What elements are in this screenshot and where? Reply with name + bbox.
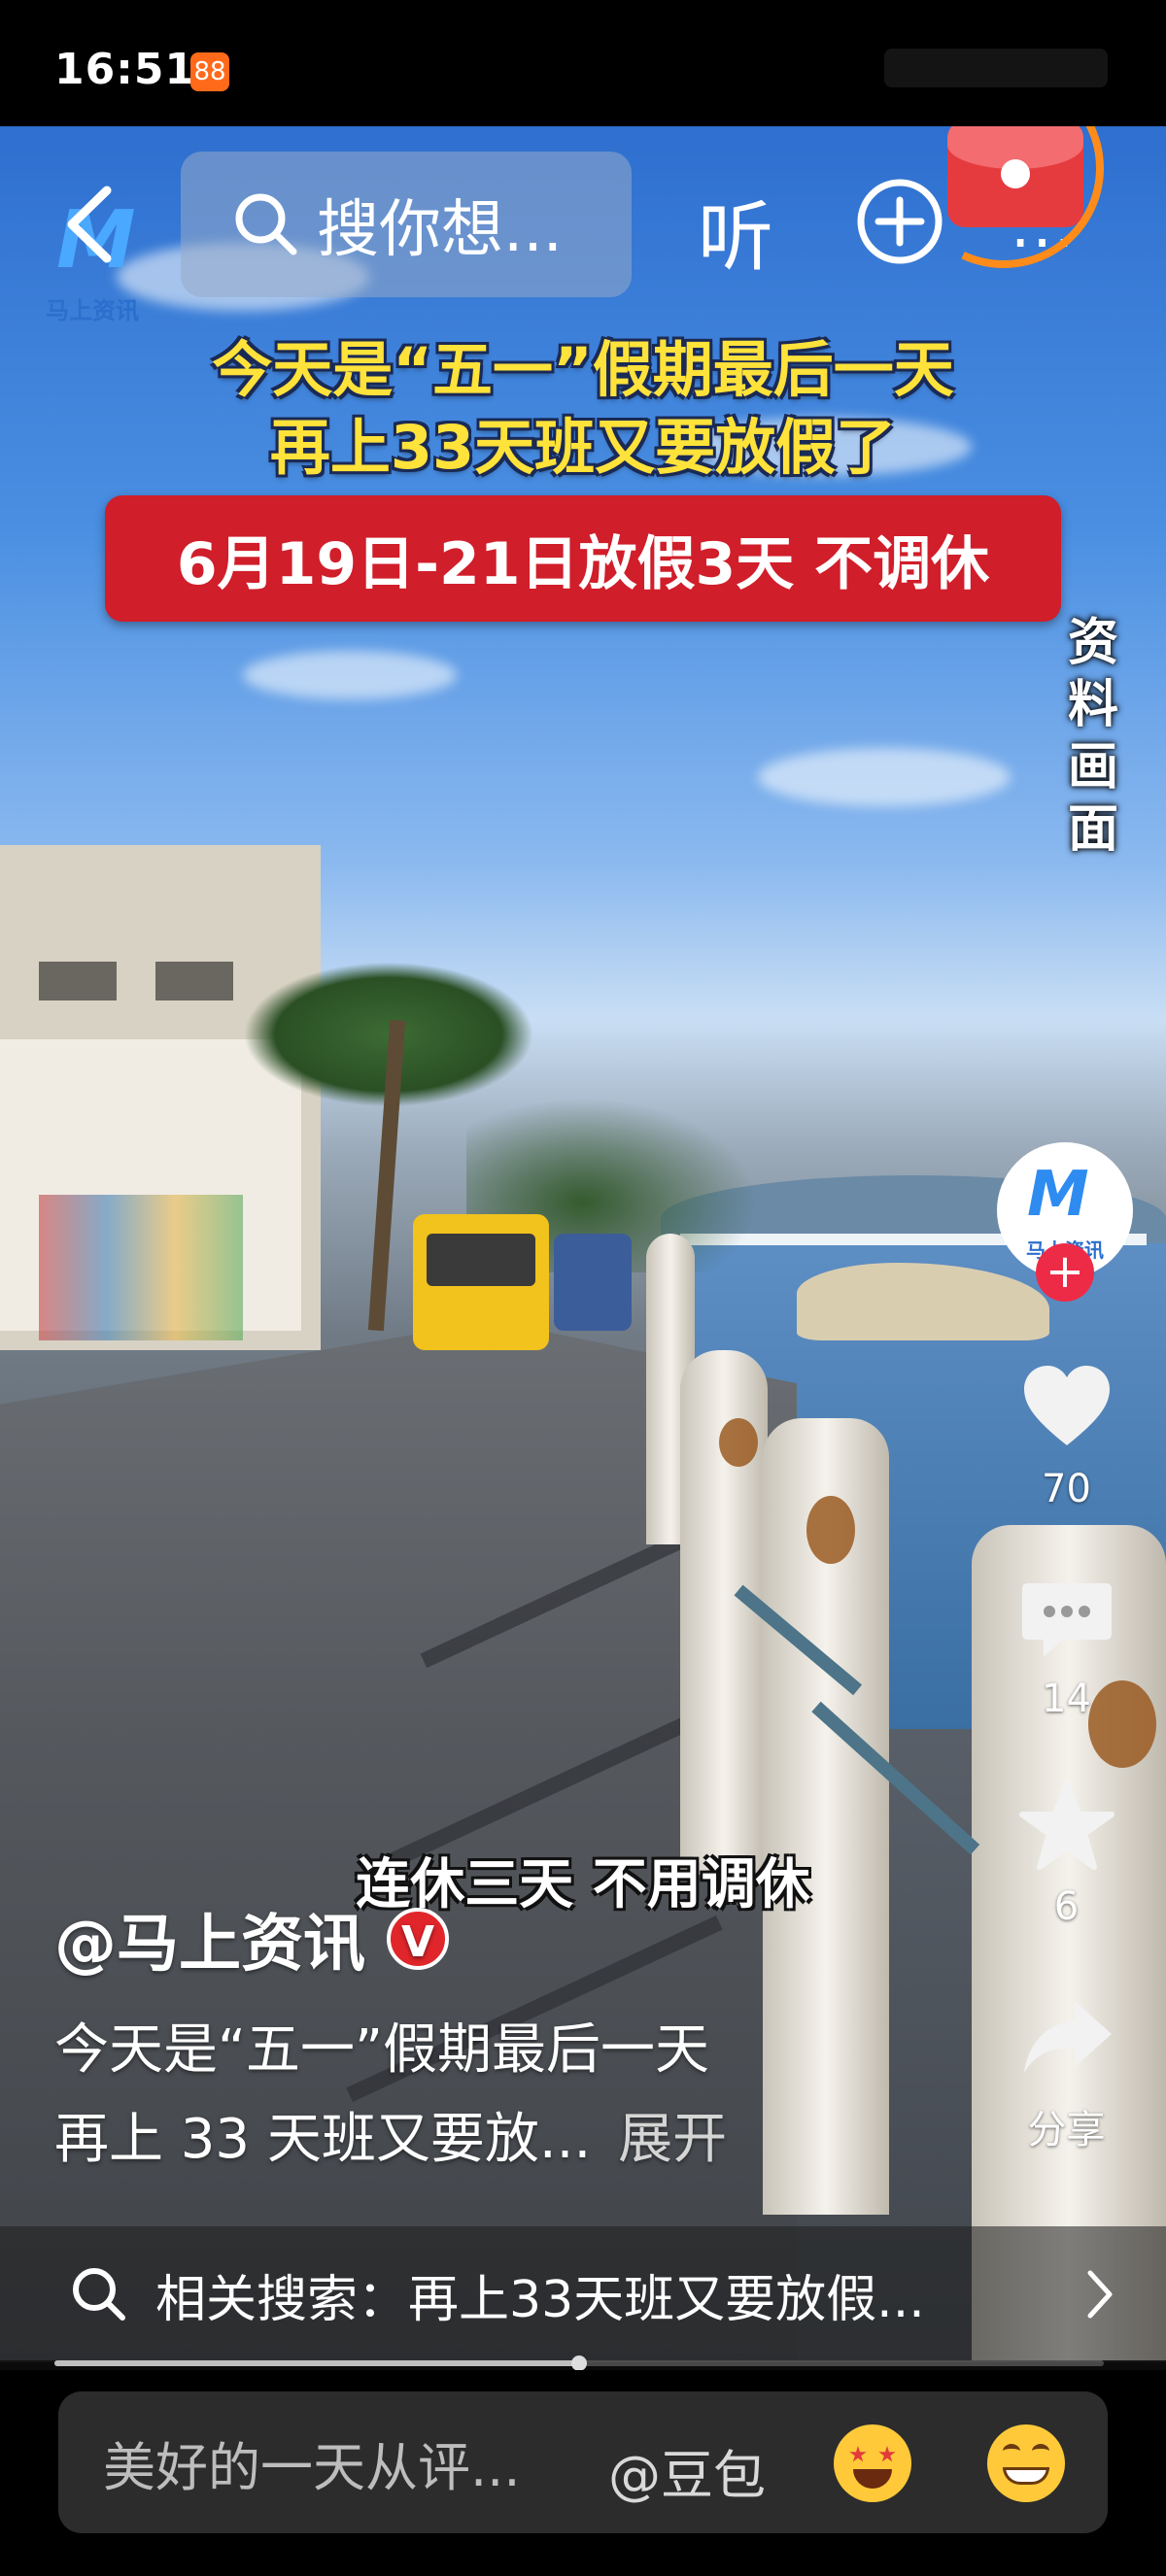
- description-line2: 再上 33 天班又要放... 展开: [54, 2095, 727, 2174]
- related-search-bar[interactable]: 相关搜索：再上33天班又要放假...: [0, 2226, 1166, 2362]
- comment-button[interactable]: 14: [1011, 1570, 1122, 1721]
- star-icon: [1018, 1780, 1115, 1870]
- share-button[interactable]: 分享: [1011, 1991, 1122, 2154]
- chevron-right-icon: [1087, 2270, 1113, 2319]
- status-time: 16:51: [54, 45, 196, 94]
- search-icon: [73, 2268, 125, 2321]
- sightseeing-cart: [413, 1214, 549, 1350]
- star-eyes-emoji-icon[interactable]: [834, 2424, 911, 2502]
- status-bar: 16:51 88: [0, 0, 1166, 126]
- related-search-text: 相关搜索：再上33天班又要放假...: [155, 2270, 925, 2329]
- playback-scrubber-handle[interactable]: [571, 2356, 587, 2371]
- small-vehicle: [554, 1234, 632, 1331]
- archive-footage-label: 资料画面: [1067, 613, 1118, 859]
- notification-app-icon: 88: [190, 52, 229, 91]
- heart-icon: [1023, 1366, 1110, 1445]
- search-box[interactable]: 搜你想...: [181, 152, 632, 297]
- rust-stain: [719, 1418, 758, 1467]
- red-packet-button[interactable]: [947, 120, 1083, 227]
- follow-button[interactable]: +: [1036, 1243, 1094, 1302]
- grin-emoji-icon[interactable]: [987, 2424, 1065, 2502]
- like-button[interactable]: 70: [1011, 1360, 1122, 1511]
- bottom-bar: 美好的一天从评... @豆包: [0, 2370, 1166, 2576]
- chevron-left-icon: [67, 186, 112, 263]
- search-placeholder: 搜你想...: [317, 194, 564, 266]
- cloud: [758, 748, 1011, 806]
- listen-button[interactable]: 听: [698, 177, 773, 286]
- video-headline-line2: 再上33天班又要放假了: [269, 412, 897, 483]
- mural: [39, 1195, 243, 1340]
- short-video-screen: 16:51 88 M 马上资讯 搜你想... 听 今天是“五一”假期最后一天 再…: [0, 0, 1166, 2576]
- comment-input[interactable]: 美好的一天从评... @豆包: [58, 2391, 1108, 2533]
- back-button[interactable]: [56, 181, 124, 268]
- search-icon: [235, 193, 297, 255]
- playback-progress-fill: [54, 2360, 579, 2366]
- share-arrow-icon: [1023, 2001, 1112, 2073]
- comment-icon: [1021, 1583, 1112, 1657]
- status-indicators: [884, 49, 1108, 87]
- description-text: 再上 33 天班又要放...: [54, 2108, 592, 2171]
- description-line1: 今天是“五一”假期最后一天: [54, 2018, 710, 2082]
- expand-button[interactable]: 展开: [618, 2108, 727, 2171]
- video-headline-line1: 今天是“五一”假期最后一天: [212, 334, 954, 405]
- favorite-count: 6: [1053, 1884, 1080, 1929]
- mention-doubao-button[interactable]: @豆包: [608, 2432, 766, 2509]
- author-name[interactable]: @马上资讯 V: [54, 1894, 449, 1983]
- red-packet-seal: [1001, 159, 1030, 188]
- comment-count: 14: [1042, 1677, 1091, 1721]
- share-label: 分享: [1027, 2108, 1106, 2152]
- favorite-button[interactable]: 6: [1011, 1778, 1122, 1929]
- playback-progress-bar[interactable]: [54, 2356, 1104, 2371]
- comment-placeholder: 美好的一天从评...: [103, 2436, 521, 2498]
- author-handle[interactable]: @马上资讯: [54, 1894, 365, 1983]
- rust-stain: [806, 1496, 855, 1564]
- verified-badge-icon: V: [387, 1908, 449, 1970]
- holiday-banner: 6月19日-21日放假3天 不调休: [105, 495, 1061, 622]
- cloud: [243, 651, 457, 699]
- like-count: 70: [1042, 1467, 1091, 1511]
